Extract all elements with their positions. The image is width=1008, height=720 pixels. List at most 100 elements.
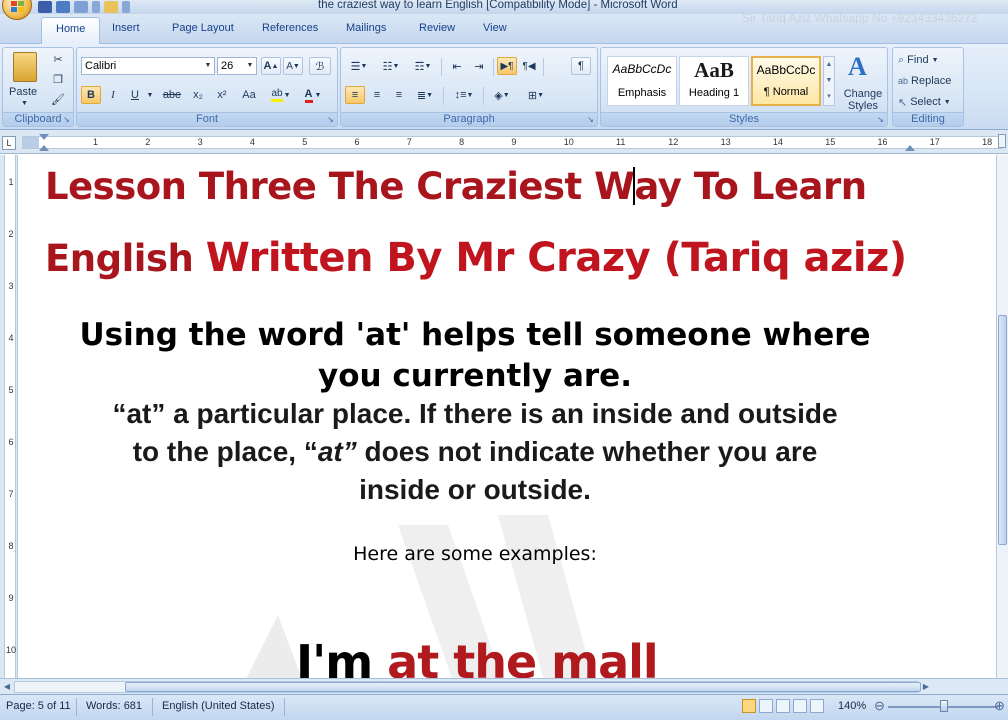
styles-launcher-icon[interactable]: ↘ — [876, 115, 885, 124]
font-size-dropdown-icon[interactable]: ▼ — [245, 59, 255, 73]
open-folder-icon[interactable] — [104, 1, 118, 13]
numbering-icon[interactable]: ☷ ▼ — [377, 57, 405, 75]
horizontal-ruler[interactable]: 1 2 3 4 5 6 7 8 9 10 11 12 13 14 15 16 17 18 — [22, 134, 1002, 151]
superscript-button[interactable]: x² — [211, 86, 233, 104]
example-1: I'm at the mall — [296, 635, 659, 678]
change-styles-label: Change Styles — [843, 88, 883, 112]
font-launcher-icon[interactable]: ↘ — [326, 115, 335, 124]
multilevel-list-icon[interactable]: ☶ ▼ — [409, 57, 437, 75]
view-ruler-icon[interactable] — [998, 134, 1006, 148]
tab-selector-icon[interactable]: L — [2, 136, 16, 150]
document-page[interactable]: Lesson Three The Craziest Way To Learn E… — [18, 155, 996, 678]
decrease-indent-icon[interactable]: ⇤ — [447, 57, 467, 75]
web-layout-icon[interactable] — [776, 699, 790, 713]
zoom-in-icon[interactable]: ⊕ — [994, 698, 1005, 714]
copy-icon[interactable]: ❐ — [49, 70, 67, 88]
customize-toolbar-icon[interactable] — [92, 1, 100, 13]
save-icon[interactable] — [38, 1, 52, 13]
ruler-number: 16 — [877, 137, 888, 147]
paragraph-launcher-icon[interactable]: ↘ — [586, 115, 595, 124]
examples-intro: Here are some examples: — [353, 543, 597, 565]
format-painter-icon[interactable]: 🖌 — [49, 90, 67, 108]
increase-indent-icon[interactable]: ⇥ — [469, 57, 489, 75]
align-left-icon[interactable]: ≡ — [345, 86, 365, 104]
change-styles-button[interactable]: A Change Styles — [839, 50, 885, 112]
subscript-button[interactable]: x₂ — [187, 86, 209, 104]
zoom-slider-thumb[interactable] — [940, 700, 948, 712]
borders-icon[interactable]: ⊞ ▼ — [521, 86, 551, 104]
replace-button[interactable]: ab Replace — [897, 72, 961, 90]
shrink-font-icon[interactable]: A ▼ — [283, 57, 303, 75]
right-indent-marker[interactable] — [905, 145, 915, 151]
scroll-right-icon[interactable]: ▶ — [920, 681, 932, 693]
find-button[interactable]: ⌕ Find ▼ — [897, 51, 961, 69]
horizontal-scroll-thumb[interactable] — [125, 682, 921, 692]
line-spacing-icon[interactable]: ↕≡ ▼ — [449, 86, 479, 104]
language-indicator[interactable]: English (United States) — [162, 700, 275, 712]
bold-button[interactable]: B — [81, 86, 101, 104]
vertical-scroll-thumb[interactable] — [998, 315, 1007, 545]
font-size-combo[interactable]: 26 ▼ — [217, 57, 257, 75]
toolbar-dropdown-icon[interactable] — [122, 1, 130, 13]
tab-insert[interactable]: Insert — [112, 22, 140, 34]
paste-button[interactable]: Paste ▼ — [7, 50, 43, 108]
style-emphasis[interactable]: AaBbCcDc Emphasis — [607, 56, 677, 106]
outline-view-icon[interactable] — [793, 699, 807, 713]
font-color-icon[interactable]: A ▼ — [299, 86, 327, 104]
separator — [152, 698, 153, 716]
office-logo-icon — [11, 1, 24, 12]
horizontal-scrollbar[interactable]: ◀ ▶ — [0, 678, 1008, 694]
hanging-indent-marker[interactable] — [39, 145, 49, 151]
style-normal[interactable]: AaBbCcDc ¶ Normal — [751, 56, 821, 106]
tab-home[interactable]: Home — [41, 17, 101, 45]
paragraph-group-label: Paragraph ↘ — [341, 112, 597, 126]
draft-view-icon[interactable] — [810, 699, 824, 713]
tab-view[interactable]: View — [483, 22, 507, 34]
align-right-icon[interactable]: ≡ — [389, 86, 409, 104]
zoom-level[interactable]: 140% — [838, 700, 866, 712]
word-count[interactable]: Words: 681 — [86, 700, 142, 712]
paste-label: Paste — [9, 86, 38, 98]
quick-access-toolbar — [38, 0, 130, 14]
tab-mailings[interactable]: Mailings — [346, 22, 386, 34]
undo-icon[interactable] — [56, 1, 70, 13]
vertical-scrollbar[interactable] — [996, 155, 1008, 678]
bullets-icon[interactable]: ☰ ▼ — [345, 57, 373, 75]
font-name-dropdown-icon[interactable]: ▼ — [203, 59, 213, 73]
first-line-indent-marker[interactable] — [39, 134, 49, 140]
justify-icon[interactable]: ≣ ▼ — [411, 86, 439, 104]
page-count[interactable]: Page: 5 of 11 — [6, 700, 71, 712]
grow-font-icon[interactable]: A ▲ — [261, 57, 281, 75]
show-marks-icon[interactable]: ¶ — [571, 57, 591, 75]
tab-page-layout[interactable]: Page Layout — [172, 22, 234, 34]
tab-references[interactable]: References — [262, 22, 318, 34]
change-case-button[interactable]: Aa — [237, 86, 261, 104]
underline-button[interactable]: U — [125, 86, 145, 104]
right-to-left-icon[interactable]: ¶◀ — [519, 57, 539, 75]
clear-formatting-icon[interactable]: ℬ — [309, 57, 331, 75]
ruler-number: 5 — [302, 137, 308, 147]
highlight-color-icon[interactable]: ab ▼ — [267, 86, 295, 104]
strikethrough-button[interactable]: abe — [159, 86, 185, 104]
font-name-combo[interactable]: Calibri ▼ — [81, 57, 215, 75]
shading-icon[interactable]: ◈ ▼ — [487, 86, 517, 104]
left-to-right-icon[interactable]: ▶¶ — [497, 57, 517, 75]
vertical-ruler[interactable]: 1234567891011 — [0, 155, 18, 707]
underline-dropdown-icon[interactable]: ▼ — [145, 86, 155, 104]
clipboard-launcher-icon[interactable]: ↘ — [62, 115, 71, 124]
paragraph-2-line-1: “at” a particular place. If there is an … — [112, 398, 838, 429]
style-sample: AaBbCcDc — [756, 63, 816, 77]
select-button[interactable]: ↖ Select ▼ — [897, 93, 961, 111]
cut-icon[interactable]: ✂ — [49, 50, 67, 68]
align-center-icon[interactable]: ≡ — [367, 86, 387, 104]
redo-icon[interactable] — [74, 1, 88, 13]
tab-review[interactable]: Review — [419, 22, 455, 34]
scroll-left-icon[interactable]: ◀ — [1, 681, 13, 693]
full-screen-reading-icon[interactable] — [759, 699, 773, 713]
print-layout-icon[interactable] — [742, 699, 756, 713]
style-heading-1[interactable]: AaB Heading 1 — [679, 56, 749, 106]
horizontal-scroll-track[interactable] — [14, 681, 921, 693]
italic-button[interactable]: I — [103, 86, 123, 104]
styles-scroll[interactable]: ▲ ▼ ▾ — [823, 56, 835, 106]
zoom-out-icon[interactable]: ⊖ — [874, 698, 885, 714]
